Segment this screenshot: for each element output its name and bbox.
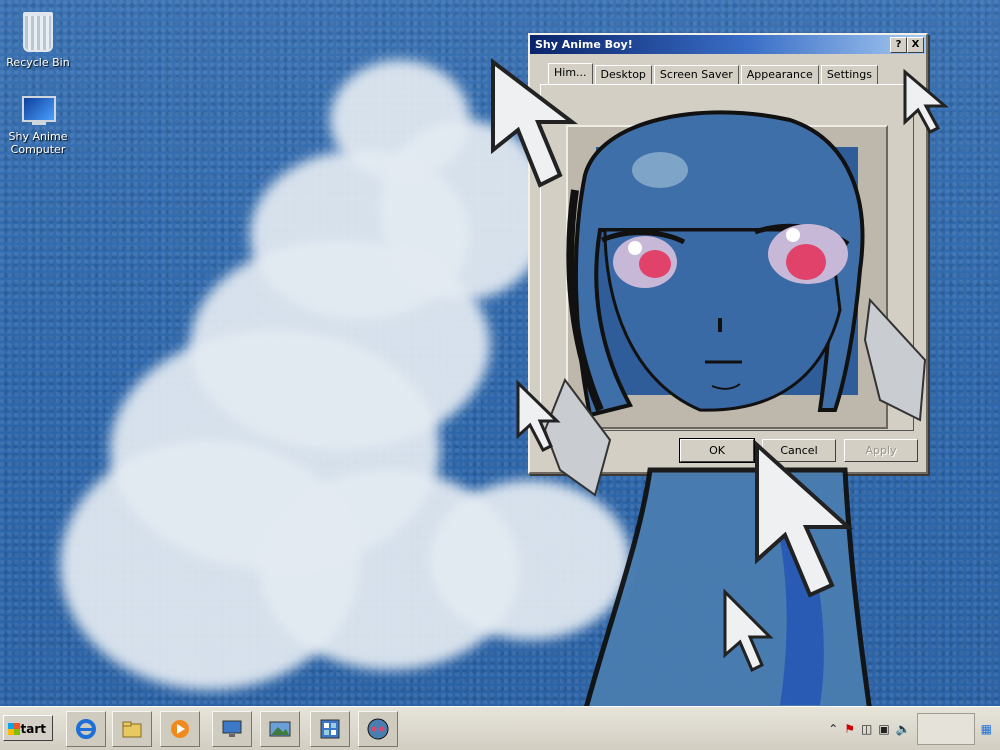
taskbar: Start ⌃ ⚑ ◫ ▣ 🔈 ▦ [0,706,1000,750]
computer-icon [20,96,56,126]
tab-settings[interactable]: Settings [820,65,878,84]
media-player-icon [171,720,189,738]
dialog-buttons: OK Cancel Apply [679,438,918,463]
system-tray: ⌃ ⚑ ◫ ▣ 🔈 ▦ [820,713,1000,745]
internet-explorer-icon [76,719,96,739]
speaker-icon[interactable]: 🔈 [896,722,911,736]
monitor-icon [222,720,242,737]
desktop-icon-label: Recycle Bin [6,56,70,69]
taskbar-item-picture[interactable] [260,711,300,747]
windows-flag-icon [8,723,20,735]
clock[interactable] [916,713,975,745]
taskbar-item-media-player[interactable] [160,711,200,747]
monitor-screen [596,147,858,395]
dialog-titlebar[interactable]: Shy Anime Boy! ? X [530,35,926,54]
desktop-icon-label: Shy Anime Computer [8,130,68,156]
close-button[interactable]: X [907,37,924,53]
start-button[interactable]: Start [3,715,53,741]
desktop-icon-shy-anime-computer[interactable]: Shy Anime Computer [3,96,73,156]
device-icon[interactable]: ◫ [861,722,872,736]
properties-dialog: Shy Anime Boy! ? X Him... Desktop Screen… [528,33,928,474]
desktop-icon-recycle-bin[interactable]: Recycle Bin [3,12,73,69]
tab-screen-saver[interactable]: Screen Saver [653,65,739,84]
control-panel-icon [320,719,340,739]
tab-desktop[interactable]: Desktop [594,65,652,84]
cancel-button[interactable]: Cancel [762,439,836,462]
help-button[interactable]: ? [890,37,907,53]
notification-icon[interactable]: ▦ [981,722,992,736]
taskbar-item-internet-explorer[interactable] [66,711,106,747]
taskbar-item-control-panel[interactable] [310,711,350,747]
tab-him[interactable]: Him... [548,63,593,84]
taskbar-item-monitor[interactable] [212,711,252,747]
dialog-title: Shy Anime Boy! [535,38,633,51]
tab-appearance[interactable]: Appearance [740,65,819,84]
chevron-up-icon[interactable]: ⌃ [828,722,838,736]
ok-button[interactable]: OK [679,438,755,463]
cloud [380,120,550,300]
tab-panel [540,84,914,431]
picture-icon [269,721,291,737]
monitor-preview [566,125,888,429]
anime-face-icon [367,718,389,740]
tab-strip: Him... Desktop Screen Saver Appearance S… [548,63,880,85]
cloud [430,480,630,640]
folder-icon [122,721,142,738]
taskbar-item-anime-face[interactable] [358,711,398,747]
network-icon[interactable]: ▣ [878,722,889,736]
recycle-bin-icon [23,12,53,52]
apply-button: Apply [844,439,918,462]
taskbar-item-folder[interactable] [112,711,152,747]
flag-error-icon[interactable]: ⚑ [844,722,855,736]
